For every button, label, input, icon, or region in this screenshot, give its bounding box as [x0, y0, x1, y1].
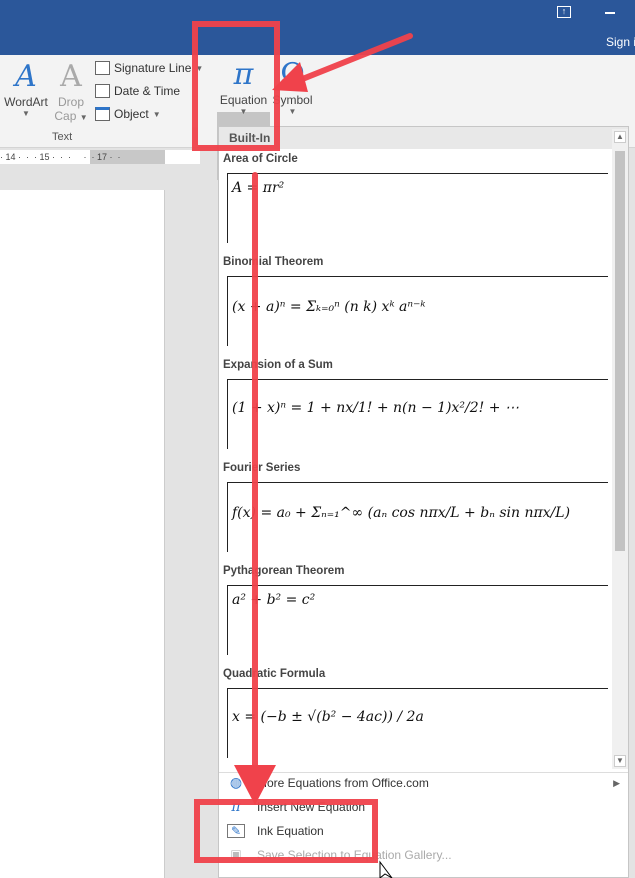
- pi-icon: π: [231, 799, 241, 815]
- drop-cap-button[interactable]: A Drop Cap ▼: [54, 59, 88, 123]
- date-time-label: Date & Time: [114, 84, 181, 98]
- submenu-arrow-icon: ▶: [613, 777, 620, 788]
- gallery-item-binomial-theorem[interactable]: Binomial Theorem (x + a)ⁿ = Σₖ₌₀ⁿ (n k) x…: [223, 256, 608, 346]
- menu-label: More Equations from Office.com: [257, 776, 429, 790]
- signature-icon: [95, 61, 110, 75]
- menu-save-selection: ▣ Save Selection to Equation Gallery...: [219, 843, 628, 867]
- drop-cap-label-2: Cap: [54, 109, 77, 123]
- object-label: Object: [114, 107, 149, 121]
- signature-line-button[interactable]: Signature Line ▼: [95, 61, 203, 75]
- symbol-button[interactable]: Ω Symbol ▼: [270, 57, 315, 116]
- item-title: Binomial Theorem: [223, 256, 324, 268]
- scroll-up-icon[interactable]: ▲: [614, 131, 626, 143]
- menu-more-equations[interactable]: ◍ More Equations from Office.com ▶: [219, 771, 628, 795]
- object-button[interactable]: Object ▼: [95, 107, 161, 121]
- item-title: Expansion of a Sum: [223, 359, 333, 371]
- item-formula: x = (−b ± √(b² − 4ac)) / 2a: [227, 688, 608, 758]
- item-formula: (1 + x)ⁿ = 1 + nx/1! + n(n − 1)x²/2! + ⋯: [227, 379, 608, 449]
- scroll-down-icon[interactable]: ▼: [614, 755, 626, 767]
- gallery-item-quadratic-formula[interactable]: Quadratic Formula x = (−b ± √(b² − 4ac)) …: [223, 668, 608, 758]
- drop-cap-label: Drop: [57, 95, 84, 109]
- item-formula: A = πr²: [227, 173, 608, 243]
- menu-label: Save Selection to Equation Gallery...: [257, 848, 452, 862]
- gallery-item-expansion-of-a-sum[interactable]: Expansion of a Sum (1 + x)ⁿ = 1 + nx/1! +…: [223, 359, 608, 449]
- item-title: Quadratic Formula: [223, 668, 326, 680]
- wordart-icon: A: [15, 59, 37, 94]
- menu-label: Ink Equation: [257, 824, 324, 838]
- item-formula: a² + b² = c²: [227, 585, 608, 655]
- ruler-ticks: · 14 · · · 15 · · · · · 17 · ·: [0, 152, 121, 162]
- gallery-item-fourier-series[interactable]: Fourier Series f(x) = a₀ + Σₙ₌₁^∞ (aₙ cos…: [223, 462, 608, 552]
- ink-pen-icon: ✎: [227, 824, 245, 838]
- group-label-text: Text: [52, 131, 73, 143]
- date-time-button[interactable]: Date & Time: [95, 84, 180, 98]
- built-in-header: Built-In: [219, 127, 628, 149]
- signature-line-label: Signature Line: [114, 61, 192, 75]
- item-title: Area of Circle: [223, 153, 298, 165]
- equation-gallery-dropdown: Built-In Area of Circle A = πr² Binomial …: [218, 126, 629, 878]
- menu-ink-equation[interactable]: ✎ Ink Equation: [219, 819, 628, 843]
- gallery-item-area-of-circle[interactable]: Area of Circle A = πr²: [223, 153, 608, 243]
- title-bar: ↑ Sign i: [0, 0, 635, 55]
- minimize-icon[interactable]: [605, 12, 615, 14]
- item-formula: (x + a)ⁿ = Σₖ₌₀ⁿ (n k) xᵏ aⁿ⁻ᵏ: [227, 276, 608, 346]
- object-icon: [95, 107, 110, 121]
- drop-cap-icon: A: [60, 59, 82, 94]
- omega-icon: Ω: [280, 57, 305, 92]
- pi-icon: π: [233, 57, 254, 92]
- equation-label: Equation: [219, 93, 268, 107]
- office-globe-icon: ◍: [229, 775, 243, 791]
- menu-label: Insert New Equation: [257, 800, 366, 814]
- scrollbar-thumb[interactable]: [615, 151, 625, 551]
- item-formula: f(x) = a₀ + Σₙ₌₁^∞ (aₙ cos nπx/L + bₙ si…: [227, 482, 608, 552]
- gallery-scrollbar[interactable]: ▲ ▼: [612, 129, 628, 769]
- wordart-button[interactable]: A WordArt ▼: [2, 59, 50, 118]
- horizontal-ruler[interactable]: · 14 · · · 15 · · · · · 17 · ·: [0, 150, 200, 164]
- gallery-item-pythagorean-theorem[interactable]: Pythagorean Theorem a² + b² = c²: [223, 565, 608, 655]
- calendar-clock-icon: [95, 84, 110, 98]
- wordart-label: WordArt: [4, 95, 48, 109]
- symbol-label: Symbol: [272, 93, 313, 107]
- document-page[interactable]: [0, 190, 165, 878]
- equation-button[interactable]: π Equation ▼: [217, 57, 270, 116]
- equation-gallery: Area of Circle A = πr² Binomial Theorem (x…: [219, 149, 612, 769]
- item-title: Fourier Series: [223, 462, 301, 474]
- save-equation-icon: ▣: [230, 847, 242, 861]
- menu-insert-new-equation[interactable]: π Insert New Equation: [219, 795, 628, 819]
- ribbon-display-icon[interactable]: ↑: [557, 6, 571, 18]
- item-title: Pythagorean Theorem: [223, 565, 345, 577]
- sign-in-link[interactable]: Sign i: [606, 35, 635, 49]
